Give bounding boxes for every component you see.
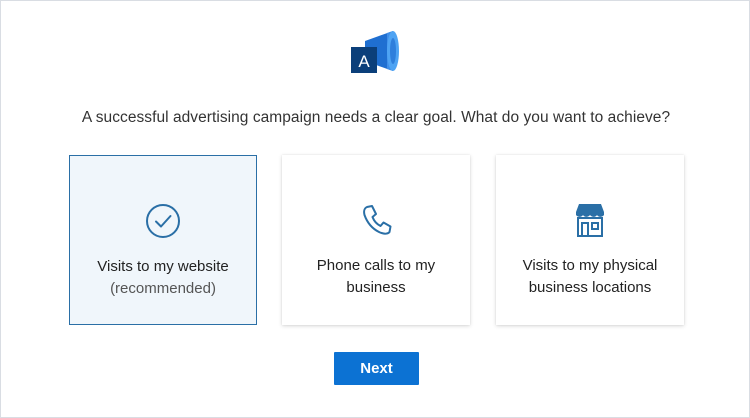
option-label: Phone calls to my business (316, 257, 436, 296)
page-headline: A successful advertising campaign needs … (81, 109, 671, 126)
goal-selection-panel: A A successful advertising campaign need… (0, 0, 750, 418)
option-label: Visits to my website (recommended) (76, 256, 250, 300)
megaphone-logo-icon: A (349, 27, 405, 77)
option-title: Visits to my website (97, 258, 229, 275)
next-button[interactable]: Next (334, 352, 419, 385)
option-label: Visits to my physical business locations (522, 257, 658, 296)
phone-icon (357, 201, 395, 239)
check-circle-icon (144, 202, 182, 240)
option-store-visits[interactable]: Visits to my physical business locations (496, 155, 684, 325)
option-website-visits[interactable]: Visits to my website (recommended) (69, 155, 257, 325)
storefront-icon (571, 201, 609, 239)
logo-letter: A (358, 52, 370, 71)
option-phone-calls[interactable]: Phone calls to my business (282, 155, 470, 325)
option-sublabel: (recommended) (110, 280, 216, 297)
